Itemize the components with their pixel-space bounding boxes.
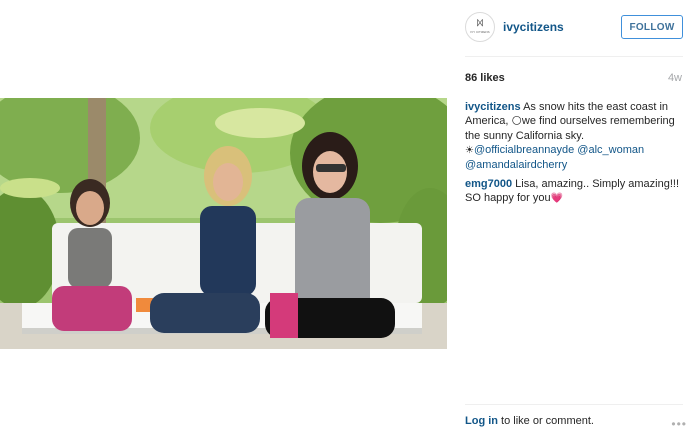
post-photo-illustration [0, 98, 447, 349]
post-sidebar: ᢂ IVY CITIZENS ivycitizens FOLLOW 86 lik… [447, 0, 700, 448]
footer-divider [465, 404, 683, 405]
avatar-logo-text: IVY CITIZENS [470, 30, 490, 34]
caption-username-link[interactable]: ivycitizens [465, 101, 521, 113]
heart-emoji-icon: 💗 [550, 193, 564, 204]
more-options-icon[interactable]: ••• [671, 417, 687, 431]
mention-link-1[interactable]: @officialbreannayde [474, 144, 574, 156]
mention-link-2[interactable]: @alc_woman [577, 144, 644, 156]
header-divider [465, 56, 683, 57]
user-comment: emg7000 Lisa, amazing.. Simply amazing!!… [465, 177, 687, 206]
caption-comment: ivycitizens As snow hits the east coast … [465, 100, 687, 172]
comments-list: ivycitizens As snow hits the east coast … [465, 100, 687, 211]
likes-count[interactable]: 86 likes [465, 72, 505, 84]
post-photo[interactable] [0, 98, 447, 349]
login-prompt-text: to like or comment. [498, 415, 594, 427]
follow-button[interactable]: FOLLOW [621, 15, 683, 39]
mention-link-3[interactable]: @amandalairdcherry [465, 159, 567, 171]
comment-username-link[interactable]: emg7000 [465, 178, 512, 190]
sun-emoji-icon: ☀ [465, 145, 474, 156]
post-footer: Log in to like or comment. ••• [465, 415, 687, 433]
post-age[interactable]: 4w [668, 72, 682, 84]
author-username-link[interactable]: ivycitizens [503, 20, 564, 34]
login-link[interactable]: Log in [465, 415, 498, 427]
post-header: ᢂ IVY CITIZENS ivycitizens FOLLOW [465, 12, 685, 48]
moon-emoji-icon: 🌕 [511, 116, 522, 127]
ivy-logo-icon: ᢂ [476, 19, 485, 30]
avatar[interactable]: ᢂ IVY CITIZENS [465, 12, 495, 42]
